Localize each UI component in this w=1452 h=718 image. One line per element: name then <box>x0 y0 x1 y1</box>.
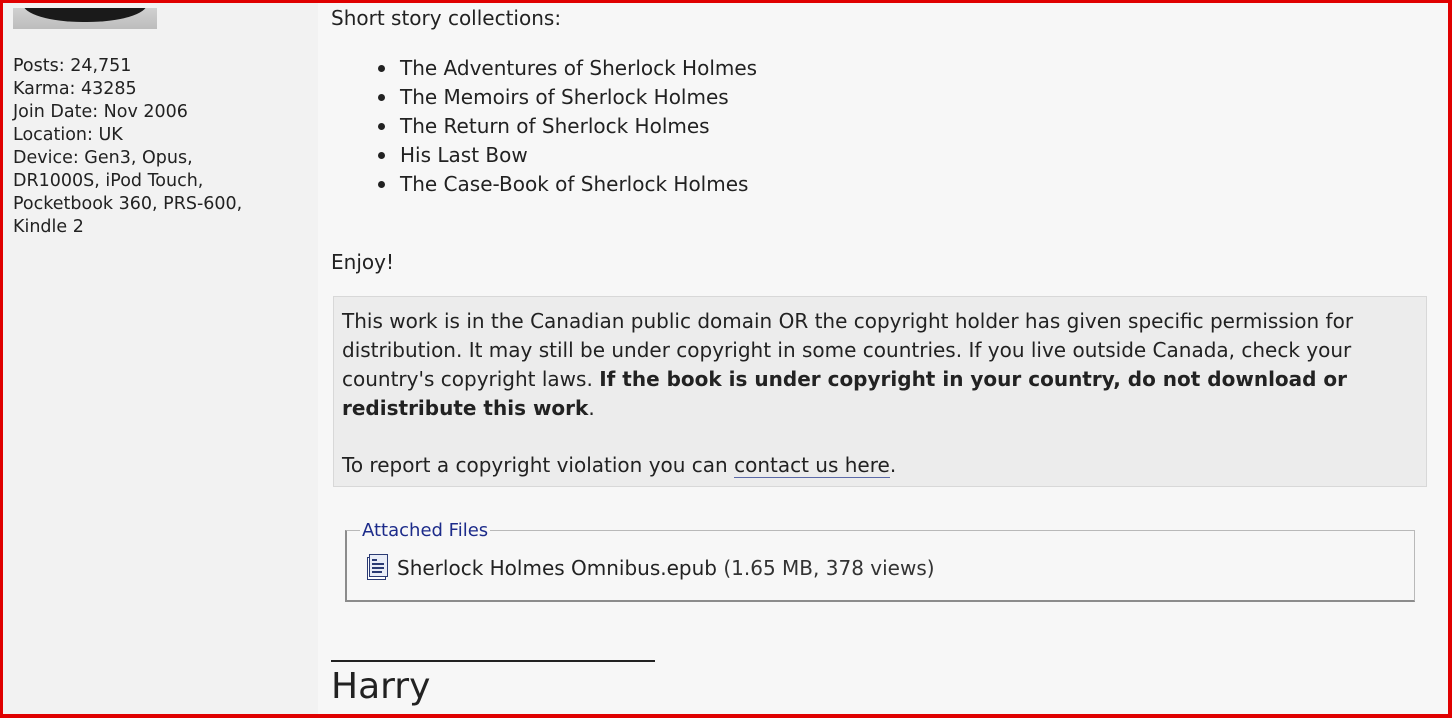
notice-text: This work is in the Canadian public doma… <box>342 307 1418 423</box>
list-item: The Case-Book of Sherlock Holmes <box>377 170 757 199</box>
list-item: The Return of Sherlock Holmes <box>377 112 757 141</box>
epub-file-icon[interactable] <box>367 554 388 581</box>
report-line: To report a copyright violation you can … <box>342 451 896 480</box>
report-prefix: To report a copyright violation you can <box>342 453 735 477</box>
notice-text-end: . <box>588 396 595 420</box>
list-item: The Memoirs of Sherlock Holmes <box>377 83 757 112</box>
avatar[interactable] <box>13 8 157 29</box>
user-posts: Posts: 24,751 <box>13 56 132 76</box>
attachment-meta: (1.65 MB, 378 views) <box>717 556 935 580</box>
collections-heading: Short story collections: <box>331 6 562 30</box>
attached-files-legend: Attached Files <box>360 519 491 543</box>
attachment-link[interactable]: Sherlock Holmes Omnibus.epub <box>397 556 717 580</box>
user-device-line: Pocketbook 360, PRS-600, <box>13 194 243 214</box>
user-sidebar: Posts: 24,751 Karma: 43285 Join Date: No… <box>3 3 318 715</box>
user-device-line: Kindle 2 <box>13 217 84 237</box>
user-info: Posts: 24,751 Karma: 43285 Join Date: No… <box>13 55 303 239</box>
list-item: His Last Bow <box>377 141 757 170</box>
signature: Harry <box>331 666 431 707</box>
user-location: Location: UK <box>13 125 123 145</box>
user-device-line: DR1000S, iPod Touch, <box>13 171 204 191</box>
attachment-row: Sherlock Holmes Omnibus.epub (1.65 MB, 3… <box>397 554 935 582</box>
signature-divider <box>331 660 655 662</box>
collections-list: The Adventures of Sherlock Holmes The Me… <box>377 54 757 199</box>
list-item: The Adventures of Sherlock Holmes <box>377 54 757 83</box>
contact-us-link[interactable]: contact us here <box>734 453 890 478</box>
user-join-date: Join Date: Nov 2006 <box>13 102 188 122</box>
copyright-notice: This work is in the Canadian public doma… <box>333 296 1427 487</box>
post-closing: Enjoy! <box>331 250 394 274</box>
report-suffix: . <box>889 453 897 477</box>
user-device-line: Device: Gen3, Opus, <box>13 148 193 168</box>
user-karma: Karma: 43285 <box>13 79 137 99</box>
